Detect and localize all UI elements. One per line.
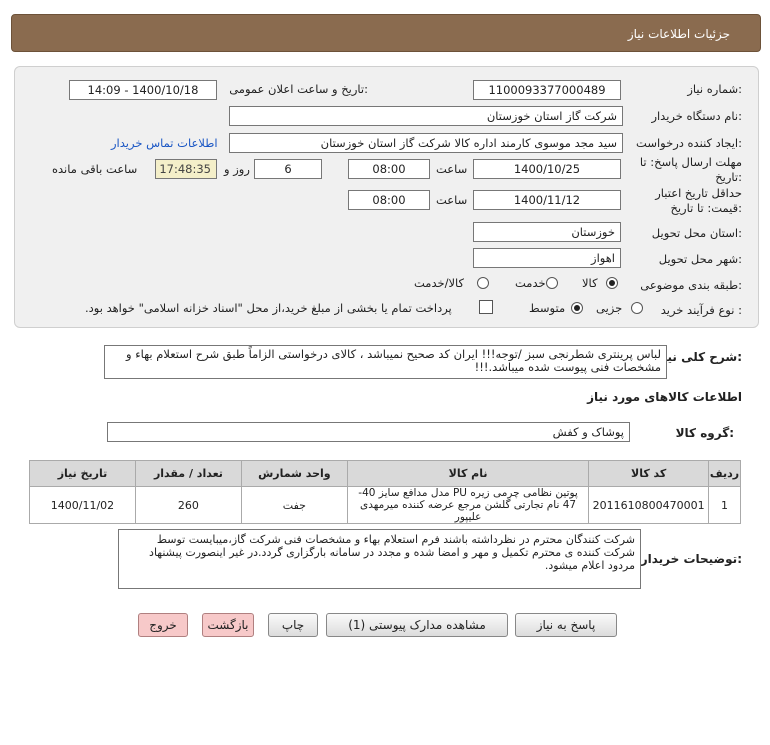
print-button[interactable]: چاپ [268,613,318,637]
col-row: ردیف [708,460,741,487]
announce-datetime-field: 1400/10/18 - 14:09 [69,80,217,100]
category-service-radio[interactable] [546,277,558,289]
validity-time-label: ساعت [436,193,468,207]
reply-date-field: 1400/10/25 [473,159,621,179]
requester-field: سید مجد موسوی کارمند اداره کالا شرکت گاز… [229,133,623,153]
page-title: جزئیات اطلاعات نیاز [627,27,730,41]
reply-time-label: ساعت [436,162,468,176]
category-goods-service-label: کالا/خدمت [414,276,465,290]
city-field: اهواز [473,248,621,268]
general-desc-label: شرح کلی نیاز: [656,350,742,364]
goods-group-field: پوشاک و کفش [107,422,630,442]
table-row: 1 2011610800470001 پوتین نظامی چرمی زیره… [29,486,741,524]
delivery-province-label: استان محل تحویل: [651,226,742,240]
attachments-button[interactable]: مشاهده مدارک پیوستی (1) [326,613,508,637]
treasury-note: پرداخت تمام یا بخشی از مبلغ خرید،از محل … [85,301,452,315]
cell-code: 2011610800470001 [588,486,709,524]
buyer-contact-link[interactable]: اطلاعات تماس خریدار [111,136,218,150]
goods-table: ردیف کد کالا نام کالا واحد شمارش تعداد /… [29,460,741,524]
cell-name: پوتین نظامی چرمی زیره PU مدل مدافع سایز … [346,486,590,524]
cell-unit: جفت [240,486,348,524]
category-goods-service-radio[interactable] [477,277,489,289]
reply-button[interactable]: پاسخ به نیاز [515,613,617,637]
back-button[interactable]: بازگشت [202,613,254,637]
need-number-field: 1100093377000489 [473,80,621,100]
cell-row: 1 [708,486,741,524]
category-label: طبقه بندی موضوعی: [640,278,742,292]
reply-time-field: 08:00 [348,159,430,179]
price-validity-label: حداقل تاریخ اعتبار قیمت: تا تاریخ: [655,186,742,215]
process-type-label: نوع فرآیند خرید : [660,303,742,317]
days-remaining-field: 6 [254,159,322,179]
time-remaining-field: 17:48:35 [155,159,217,179]
goods-group-label: گروه کالا: [675,426,734,440]
province-field: خوزستان [473,222,621,242]
cell-date: 1400/11/02 [29,486,136,524]
category-goods-radio[interactable] [606,277,618,289]
process-medium-label: متوسط [529,301,566,315]
validity-time-field: 08:00 [348,190,430,210]
time-remaining-label: ساعت باقی مانده [52,162,138,176]
page-header: جزئیات اطلاعات نیاز [11,14,761,52]
announce-datetime-label: تاریخ و ساعت اعلان عمومی: [229,82,368,96]
process-medium-radio[interactable] [571,302,583,314]
category-service-label: خدمت [515,276,546,290]
requester-label: ایجاد کننده درخواست: [636,136,742,150]
exit-button[interactable]: خروج [138,613,188,637]
buyer-notes-label: توضیحات خریدار: [640,552,742,566]
buyer-org-field: شرکت گاز استان خوزستان [229,106,623,126]
col-code: کد کالا [588,460,709,487]
process-minor-label: جزیی [596,301,623,315]
validity-date-field: 1400/11/12 [473,190,621,210]
category-goods-label: کالا [582,276,598,290]
col-unit: واحد شمارش [240,460,348,487]
delivery-city-label: شهر محل تحویل: [658,252,742,266]
general-desc-box: لباس پرینتری شطرنجی سبز /توجه!!! ایران ک… [104,345,667,379]
need-number-label: شماره نیاز: [687,82,742,96]
reply-deadline-label: مهلت ارسال پاسخ: تا تاریخ: [639,155,742,184]
buyer-notes-box: شرکت کنندگان محترم در نظرداشته باشند فرم… [118,529,641,589]
buyer-org-label: نام دستگاه خریدار: [651,109,742,123]
goods-info-heading: اطلاعات کالاهای مورد نیاز [587,390,742,404]
col-name: نام کالا [346,460,590,487]
col-date: تاریخ نیاز [29,460,136,487]
treasury-checkbox[interactable] [479,300,493,314]
day-and-label: روز و [224,162,250,176]
process-minor-radio[interactable] [631,302,643,314]
cell-qty: 260 [134,486,242,524]
col-qty: تعداد / مقدار [134,460,242,487]
